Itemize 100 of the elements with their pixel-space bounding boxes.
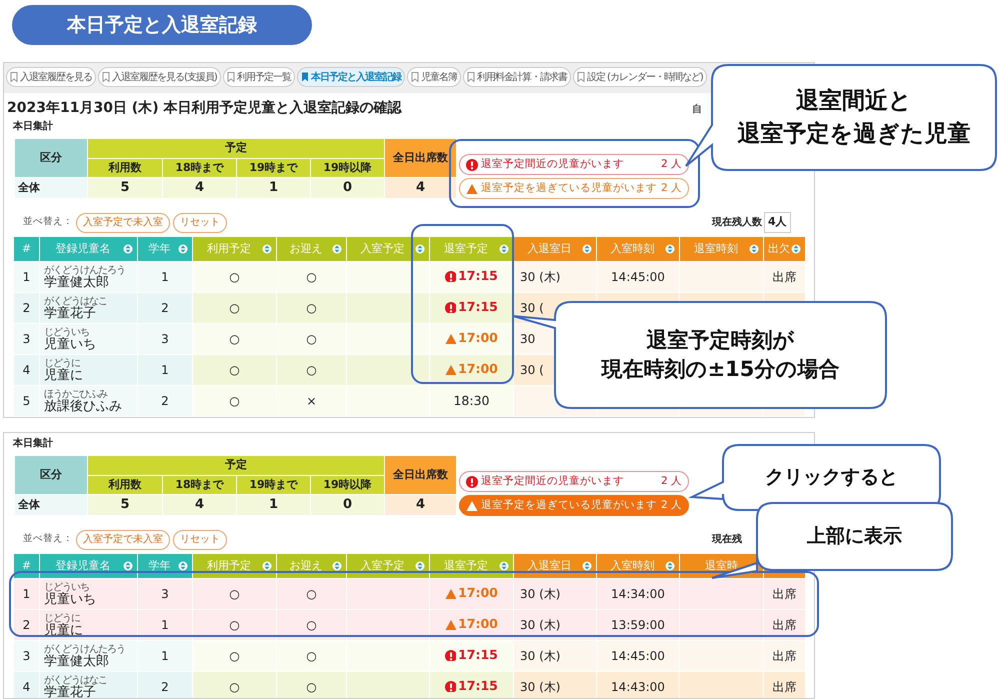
table-header: 区分 — [15, 456, 87, 494]
name-reading: がくどうけんたろう — [44, 264, 126, 276]
sort-icon[interactable] — [665, 244, 675, 254]
column-header[interactable]: 利用予定 — [192, 554, 276, 578]
name-reading: じどうに — [44, 612, 81, 624]
table-header: 予定 — [88, 139, 384, 158]
sort-icon[interactable] — [332, 561, 342, 571]
tab[interactable]: 入退室履歴を見る — [6, 67, 96, 87]
remaining-label: 現在残 — [712, 532, 742, 547]
sort-icon[interactable] — [665, 561, 675, 571]
table-cell: 出席 — [764, 578, 806, 610]
sort-icon[interactable] — [791, 244, 801, 254]
table-cell: ○ — [276, 324, 346, 354]
table-cell: 2 — [14, 292, 40, 324]
tab[interactable]: 利用料金計算・請求書 — [462, 67, 571, 87]
sort-icon[interactable] — [123, 244, 133, 254]
column-header[interactable]: 入室予定 — [346, 554, 430, 578]
table-cell: 14:34:00 — [596, 578, 680, 610]
table-cell: ○ — [276, 672, 346, 698]
sort-button[interactable]: リセット — [173, 212, 227, 232]
name-reading: がくどうはなこ — [44, 674, 108, 686]
sort-icon[interactable] — [262, 561, 272, 571]
warning-triangle-icon — [445, 332, 456, 344]
table-cell: ○ — [192, 672, 276, 698]
sort-button[interactable]: 入室予定で未入室 — [76, 212, 170, 232]
column-header[interactable]: 登録児童名 — [40, 554, 138, 578]
sort-icon[interactable] — [262, 244, 272, 254]
tab[interactable]: 設定 (カレンダー・時間など) — [572, 67, 707, 87]
table-header: 19時以降 — [311, 476, 384, 494]
sort-icon[interactable] — [332, 244, 342, 254]
column-header[interactable]: 利用予定 — [192, 236, 276, 262]
sort-icon[interactable] — [582, 244, 592, 254]
exclamation-icon — [445, 302, 456, 313]
exit-time: 17:15 — [458, 298, 498, 316]
table-cell: 3 — [138, 578, 192, 610]
table-cell: 出席 — [764, 640, 806, 672]
tab[interactable]: 入退室履歴を見る(支援員) — [98, 67, 221, 87]
callout-text: 退室予定を過ぎた児童 — [738, 120, 970, 148]
column-header[interactable]: 入室予定 — [346, 236, 430, 262]
section-label: 本日集計 — [13, 437, 53, 450]
sort-icon[interactable] — [178, 561, 188, 571]
sort-icon[interactable] — [499, 561, 509, 571]
bookmark-icon — [576, 72, 585, 82]
table-header: 利用数 — [88, 159, 162, 177]
table-cell: 5 — [88, 178, 162, 198]
column-header[interactable]: 入退室日 — [514, 236, 596, 262]
tab[interactable]: 利用予定一覧 — [222, 67, 295, 87]
name-reading: がくどうはなこ — [44, 296, 108, 306]
column-header[interactable]: 入室時刻 — [596, 554, 680, 578]
table-cell: 5 — [14, 386, 40, 416]
column-header[interactable]: お迎え — [276, 236, 346, 262]
column-header[interactable]: 入退室日 — [514, 554, 596, 578]
sort-button[interactable]: 入室予定で未入室 — [76, 530, 170, 550]
sort-icon[interactable] — [178, 244, 188, 254]
sort-icon[interactable] — [582, 561, 592, 571]
table-cell: 2 — [14, 610, 40, 640]
table-cell: ○ — [192, 640, 276, 672]
alert-button[interactable]: 退室予定を過ぎている児童がいます 2 人 — [459, 495, 689, 516]
name-reading: じどういち — [44, 582, 90, 592]
table-cell: 全体 — [15, 178, 87, 198]
warning-triangle-icon — [466, 500, 478, 512]
bookmark-icon — [300, 72, 309, 82]
sort-icon[interactable] — [749, 244, 759, 254]
table-header: 全日出席数 — [385, 139, 456, 177]
table-header: 区分 — [15, 139, 87, 177]
page-heading: 2023年11月30日 (木) 本日利用予定児童と入退室記録の確認 — [7, 98, 402, 118]
sort-icon[interactable] — [415, 244, 425, 254]
column-header[interactable]: 登録児童名 — [40, 236, 138, 262]
remaining-count: 4人 — [764, 212, 791, 233]
sort-button[interactable]: リセット — [173, 530, 227, 550]
warning-triangle-icon — [466, 182, 478, 194]
alert-button[interactable]: 退室予定間近の児童がいます 2 人 — [459, 471, 689, 492]
student-name: 放課後ひふみ — [44, 400, 123, 414]
student-name: 学童花子 — [44, 306, 96, 320]
alert-button[interactable]: 退室予定間近の児童がいます 2 人 — [459, 154, 689, 175]
table-cell: 全体 — [15, 495, 87, 515]
bookmark-icon — [226, 72, 235, 82]
column-header[interactable]: 退室時刻 — [680, 236, 764, 262]
sort-icon[interactable] — [123, 561, 133, 571]
table-cell: 4 — [14, 354, 40, 386]
column-header[interactable]: 学年 — [138, 236, 192, 262]
column-header[interactable]: 退室予定 — [430, 554, 514, 578]
sort-icon[interactable] — [499, 244, 509, 254]
tab[interactable]: 本日予定と入退室記録 — [296, 67, 405, 87]
column-header[interactable]: お迎え — [276, 554, 346, 578]
column-header[interactable]: 入室時刻 — [596, 236, 680, 262]
name-reading: がくどうけんたろう — [44, 644, 126, 654]
column-header[interactable]: 学年 — [138, 554, 192, 578]
table-cell: ○ — [192, 262, 276, 292]
table-cell: 4 — [163, 178, 236, 198]
table-cell: ○ — [192, 386, 276, 416]
column-header[interactable]: 出欠 — [764, 236, 806, 262]
exclamation-icon — [466, 158, 478, 170]
alert-button[interactable]: 退室予定を過ぎている児童がいます 2 人 — [459, 178, 689, 199]
table-cell: 1 — [14, 578, 40, 610]
sort-icon[interactable] — [415, 561, 425, 571]
tab[interactable]: 児童名簿 — [406, 67, 461, 87]
exit-time: 17:00 — [458, 329, 498, 348]
column-header[interactable]: 退室予定 — [430, 236, 514, 262]
table-header: 18時まで — [163, 476, 236, 494]
